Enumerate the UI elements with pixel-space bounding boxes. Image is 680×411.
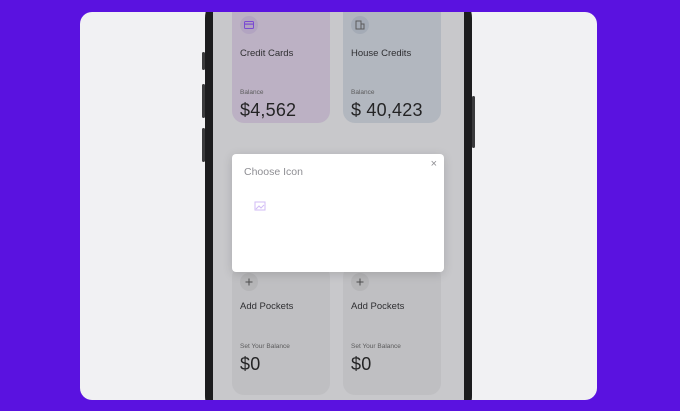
- phone-volume-up: [202, 84, 205, 118]
- image-placeholder-icon[interactable]: [254, 199, 266, 211]
- close-icon[interactable]: ×: [431, 158, 437, 170]
- phone-power-button: [472, 96, 475, 148]
- page-background: Credit Cards Balance $4,562 House Credit…: [0, 0, 680, 411]
- phone-screen: Credit Cards Balance $4,562 House Credit…: [213, 12, 464, 400]
- preview-panel: Credit Cards Balance $4,562 House Credit…: [80, 12, 597, 400]
- phone-frame: Credit Cards Balance $4,562 House Credit…: [202, 12, 475, 400]
- phone-silent-switch: [202, 52, 205, 70]
- choose-icon-modal: Choose Icon ×: [232, 154, 444, 272]
- modal-title: Choose Icon: [244, 166, 303, 178]
- phone-volume-down: [202, 128, 205, 162]
